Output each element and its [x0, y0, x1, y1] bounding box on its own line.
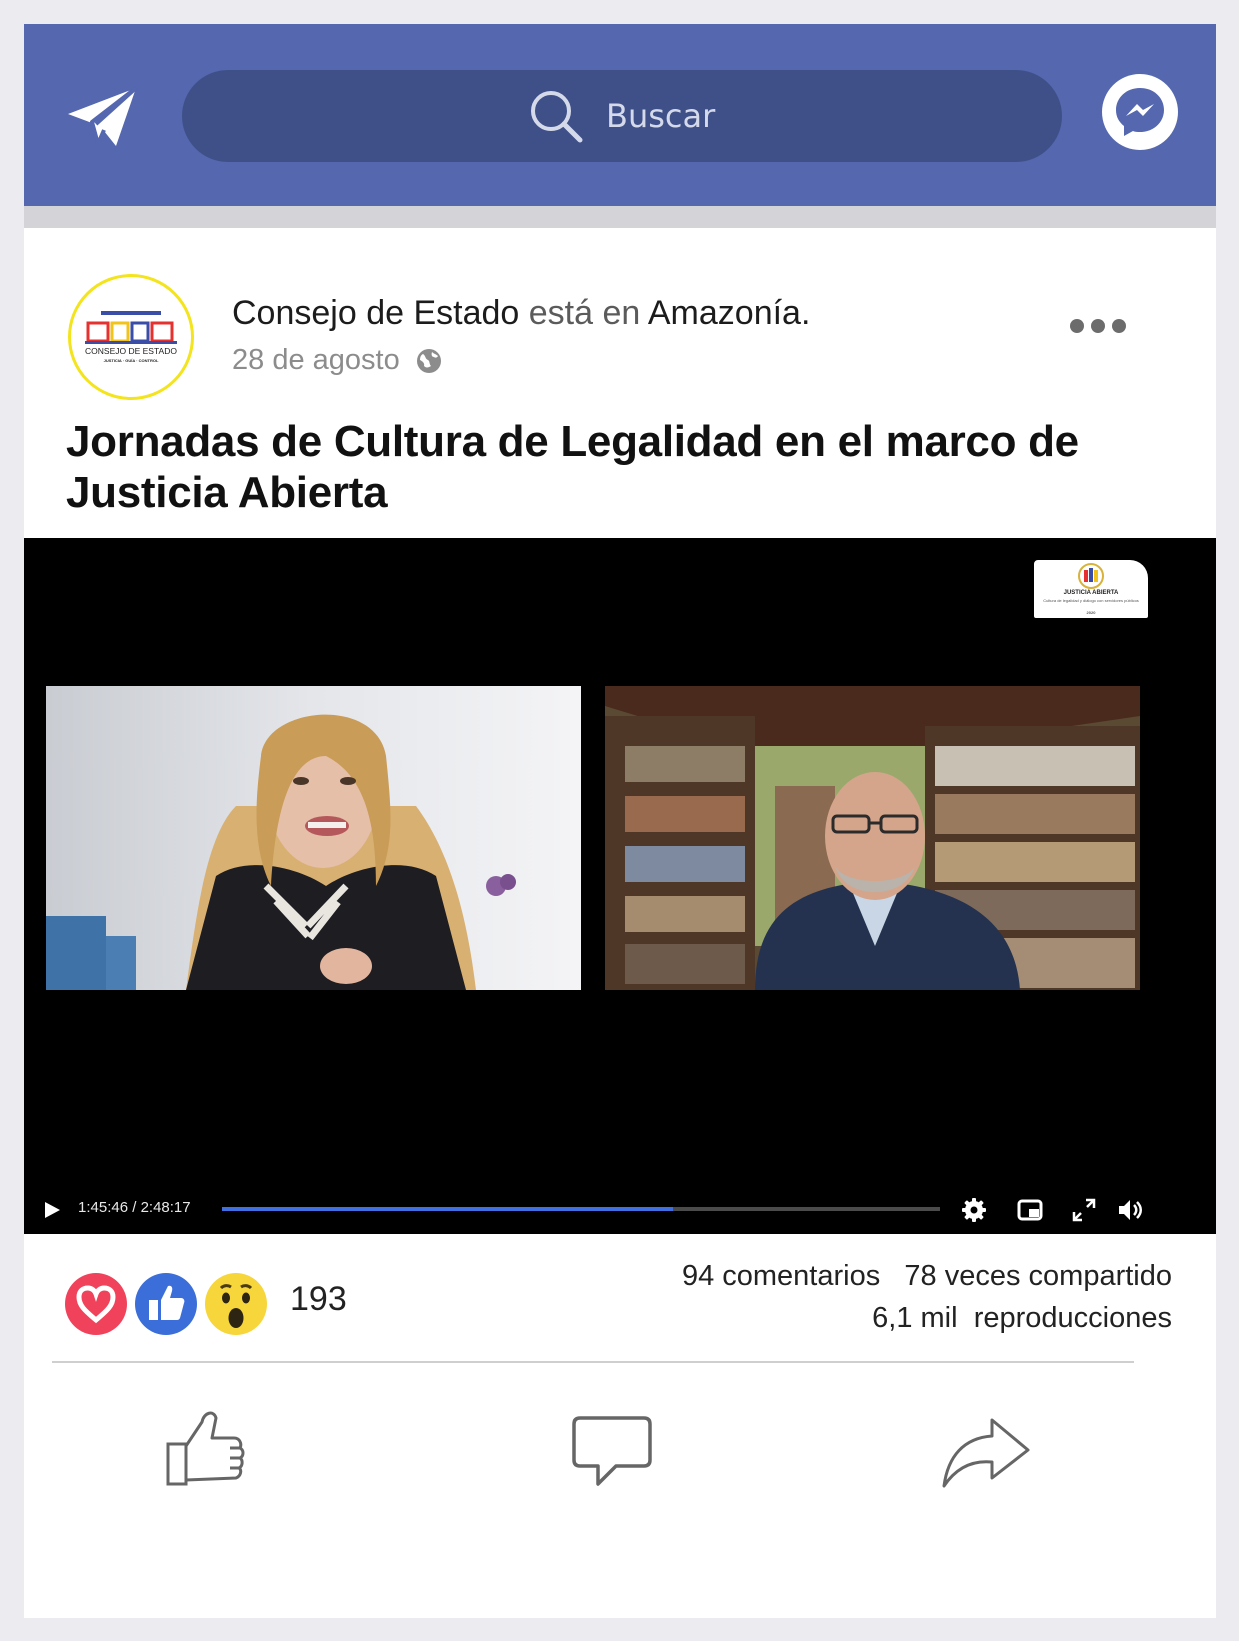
- overlay-logo-title: JUSTICIA ABIERTA: [1063, 590, 1119, 596]
- search-icon: [531, 91, 583, 143]
- location-link[interactable]: Amazonía.: [648, 294, 811, 332]
- volume-icon[interactable]: [1116, 1196, 1144, 1224]
- play-icon[interactable]: [42, 1200, 62, 1220]
- dot-icon: [1112, 319, 1126, 333]
- comments-shares: 94 comentarios 78 veces compartido: [682, 1260, 1172, 1293]
- page-avatar[interactable]: CONSEJO DE ESTADO JUSTICIA · GUÍA · CONT…: [68, 274, 194, 400]
- post-meta: 28 de agosto: [232, 344, 442, 377]
- overlay-logo-subtitle: Cultura de legalidad y diálogo con servi…: [1043, 598, 1139, 603]
- paper-plane-icon: [68, 86, 138, 146]
- search-bar[interactable]: Buscar: [182, 70, 1062, 162]
- top-bar-divider: [24, 206, 1216, 228]
- settings-gear-icon[interactable]: [960, 1196, 988, 1224]
- shares-count[interactable]: 78 veces compartido: [904, 1260, 1172, 1292]
- progress-bar[interactable]: [222, 1207, 940, 1211]
- globe-icon: [416, 348, 441, 373]
- post-date[interactable]: 28 de agosto: [232, 344, 400, 377]
- share-icon: [942, 1418, 1030, 1488]
- video-controls: 1:45:46 / 2:48:17: [24, 1190, 1216, 1230]
- messenger-icon: [1116, 88, 1164, 136]
- video-player[interactable]: JUSTICIA ABIERTA Cultura de legalidad y …: [24, 538, 1216, 1234]
- wow-reaction-icon: [204, 1272, 268, 1336]
- video-overlay-logo: JUSTICIA ABIERTA Cultura de legalidad y …: [1034, 560, 1148, 618]
- fullscreen-icon[interactable]: [1070, 1196, 1098, 1224]
- svg-text:JUSTICIA · GUÍA · CONTROL: JUSTICIA · GUÍA · CONTROL: [104, 358, 159, 363]
- progress-fill: [222, 1207, 673, 1211]
- participant-video-woman: [46, 686, 581, 990]
- video-time: 1:45:46 / 2:48:17: [78, 1199, 191, 1216]
- post-frame: Buscar CONSEJO DE ESTADO JUSTICIA · GUÍA…: [24, 24, 1216, 1618]
- top-bar: Buscar: [24, 24, 1216, 206]
- svg-text:CONSEJO DE ESTADO: CONSEJO DE ESTADO: [85, 346, 177, 356]
- man-speaker-image: [605, 686, 1140, 990]
- views-count: 6,1 mil: [872, 1302, 958, 1334]
- views: 6,1 mil reproducciones: [872, 1302, 1172, 1335]
- love-reaction-icon: [64, 1272, 128, 1336]
- dot-icon: [1091, 319, 1105, 333]
- share-button[interactable]: [940, 1404, 1032, 1504]
- post-author-line: Consejo de Estado está en Amazonía.: [232, 294, 810, 333]
- comments-count[interactable]: 94 comentarios: [682, 1260, 880, 1292]
- reaction-count[interactable]: 193: [290, 1280, 347, 1319]
- dot-icon: [1070, 319, 1084, 333]
- duration: 2:48:17: [140, 1199, 191, 1216]
- author-verb: está en: [528, 294, 641, 332]
- send-button[interactable]: [66, 84, 140, 150]
- participant-video-man: [605, 686, 1140, 990]
- consejo-logo: CONSEJO DE ESTADO JUSTICIA · GUÍA · CONT…: [85, 311, 177, 363]
- like-button[interactable]: [164, 1404, 248, 1504]
- views-label: reproducciones: [973, 1302, 1172, 1334]
- justicia-abierta-emblem: [1078, 563, 1104, 589]
- comment-icon: [572, 1416, 652, 1486]
- post-title: Jornadas de Cultura de Legalidad en el m…: [66, 417, 1079, 517]
- comment-button[interactable]: [570, 1404, 654, 1504]
- like-icon: [166, 1411, 245, 1486]
- author-link[interactable]: Consejo de Estado: [232, 294, 519, 332]
- divider: [52, 1361, 1134, 1363]
- miniplayer-icon[interactable]: [1016, 1196, 1044, 1224]
- time-separator: /: [128, 1199, 141, 1216]
- messenger-button[interactable]: [1102, 74, 1178, 150]
- current-time: 1:45:46: [78, 1199, 129, 1216]
- overlay-logo-year: 2020: [1086, 610, 1096, 615]
- search-input[interactable]: Buscar: [606, 97, 716, 135]
- like-reaction-icon: [134, 1272, 198, 1336]
- woman-speaker-image: [46, 686, 581, 990]
- more-options-button[interactable]: [1070, 316, 1126, 336]
